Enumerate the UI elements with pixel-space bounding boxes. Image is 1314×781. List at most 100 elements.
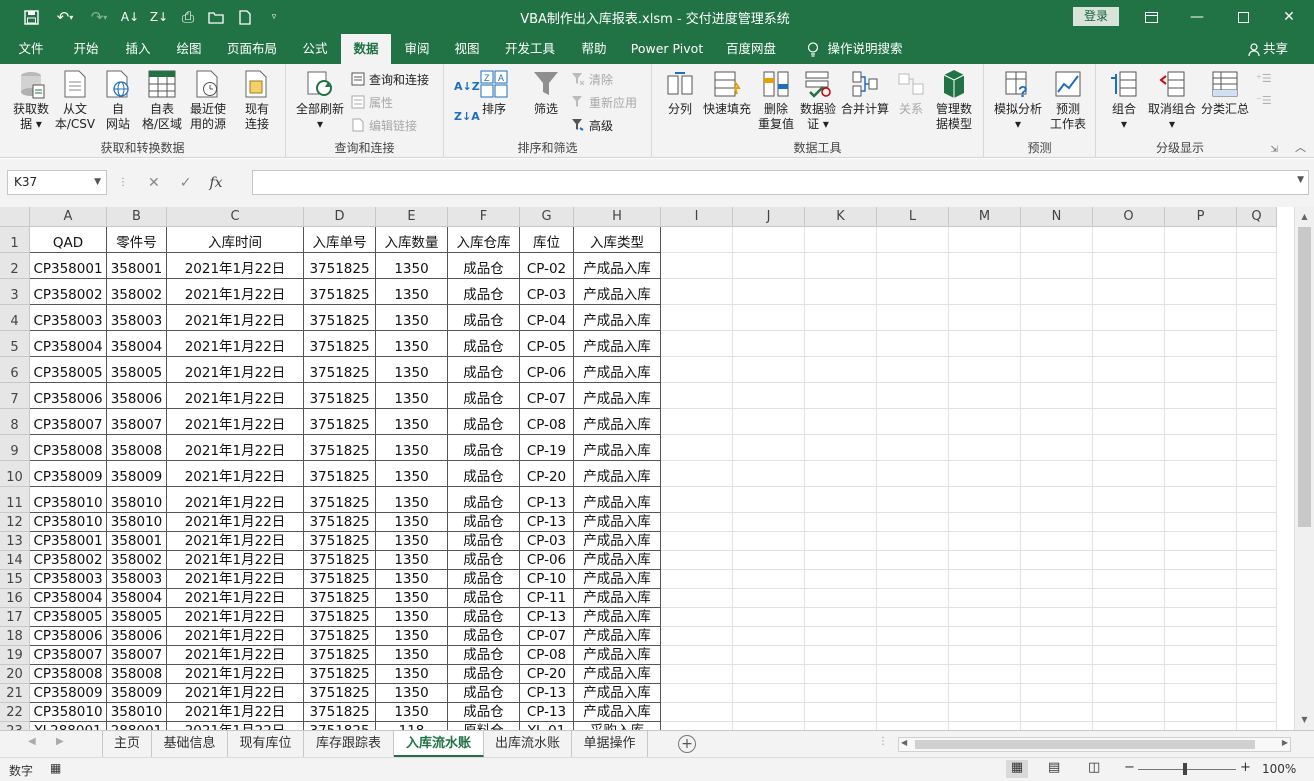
what-if-analysis-button[interactable]: ? 模拟分析 ▾ — [990, 68, 1046, 132]
cell-D22[interactable]: 3751825 — [304, 703, 376, 722]
cell-J1[interactable] — [733, 227, 805, 253]
cell-N14[interactable] — [1021, 551, 1093, 570]
save-icon[interactable] — [22, 7, 40, 27]
cell-P8[interactable] — [1165, 409, 1237, 435]
consolidate-button[interactable]: 合并计算 — [838, 68, 892, 117]
cell-N16[interactable] — [1021, 589, 1093, 608]
cell-I21[interactable] — [661, 684, 733, 703]
row-header[interactable]: 12 — [0, 513, 30, 532]
row-header[interactable]: 7 — [0, 383, 30, 409]
row-header[interactable]: 17 — [0, 608, 30, 627]
cell-L23[interactable] — [877, 722, 949, 730]
tab-home[interactable]: 开始 — [62, 34, 110, 64]
cell-L2[interactable] — [877, 253, 949, 279]
cell-I2[interactable] — [661, 253, 733, 279]
cell-I5[interactable] — [661, 331, 733, 357]
scroll-up-icon[interactable]: ▲ — [1295, 209, 1314, 225]
open-folder-icon[interactable] — [206, 7, 226, 27]
cell-G15[interactable]: CP-10 — [520, 570, 574, 589]
cell-J12[interactable] — [733, 513, 805, 532]
cell-D16[interactable]: 3751825 — [304, 589, 376, 608]
tab-developer[interactable]: 开发工具 — [496, 34, 564, 64]
cell-B10[interactable]: 358009 — [107, 461, 167, 487]
column-header-F[interactable]: F — [448, 207, 520, 227]
clear-filter-button[interactable]: 清除 — [570, 69, 613, 89]
cell-K21[interactable] — [805, 684, 877, 703]
cell-D21[interactable]: 3751825 — [304, 684, 376, 703]
cell-M17[interactable] — [949, 608, 1021, 627]
vertical-scroll-thumb[interactable] — [1298, 227, 1311, 527]
cell-K6[interactable] — [805, 357, 877, 383]
cell-O15[interactable] — [1093, 570, 1165, 589]
cell-D12[interactable]: 3751825 — [304, 513, 376, 532]
cell-D10[interactable]: 3751825 — [304, 461, 376, 487]
cell-M7[interactable] — [949, 383, 1021, 409]
cell-H18[interactable]: 产成品入库 — [574, 627, 661, 646]
cell-G19[interactable]: CP-08 — [520, 646, 574, 665]
cell-D15[interactable]: 3751825 — [304, 570, 376, 589]
row-header[interactable]: 21 — [0, 684, 30, 703]
cell-J11[interactable] — [733, 487, 805, 513]
cell-C16[interactable]: 2021年1月22日 — [167, 589, 304, 608]
cell-Q21[interactable] — [1237, 684, 1277, 703]
table-header-cell[interactable]: QAD — [30, 227, 107, 253]
advanced-filter-button[interactable]: 高级 — [570, 115, 613, 135]
properties-button[interactable]: 属性 — [350, 92, 393, 112]
cell-C20[interactable]: 2021年1月22日 — [167, 665, 304, 684]
cell-Q14[interactable] — [1237, 551, 1277, 570]
cancel-icon[interactable]: ✕ — [148, 175, 160, 191]
cell-N12[interactable] — [1021, 513, 1093, 532]
cell-C15[interactable]: 2021年1月22日 — [167, 570, 304, 589]
cell-H3[interactable]: 产成品入库 — [574, 279, 661, 305]
cell-P21[interactable] — [1165, 684, 1237, 703]
cell-O22[interactable] — [1093, 703, 1165, 722]
cell-L8[interactable] — [877, 409, 949, 435]
cell-N3[interactable] — [1021, 279, 1093, 305]
sheet-tab-document-ops[interactable]: 单据操作 — [572, 731, 648, 757]
cell-L14[interactable] — [877, 551, 949, 570]
cell-A18[interactable]: CP358006 — [30, 627, 107, 646]
from-web-button[interactable]: 自 网站 — [96, 68, 140, 132]
cell-F13[interactable]: 成品仓 — [448, 532, 520, 551]
column-header-H[interactable]: H — [574, 207, 661, 227]
cell-I16[interactable] — [661, 589, 733, 608]
column-header-M[interactable]: M — [949, 207, 1021, 227]
filter-button[interactable]: 筛选 — [526, 68, 566, 117]
cell-C4[interactable]: 2021年1月22日 — [167, 305, 304, 331]
cell-L22[interactable] — [877, 703, 949, 722]
cell-K11[interactable] — [805, 487, 877, 513]
row-header[interactable]: 1 — [0, 227, 30, 253]
row-header[interactable]: 11 — [0, 487, 30, 513]
cell-K8[interactable] — [805, 409, 877, 435]
cell-G11[interactable]: CP-13 — [520, 487, 574, 513]
cell-O16[interactable] — [1093, 589, 1165, 608]
cell-F18[interactable]: 成品仓 — [448, 627, 520, 646]
cell-N2[interactable] — [1021, 253, 1093, 279]
cell-J23[interactable] — [733, 722, 805, 730]
cell-I23[interactable] — [661, 722, 733, 730]
cell-Q9[interactable] — [1237, 435, 1277, 461]
tab-formulas[interactable]: 公式 — [292, 34, 338, 64]
cell-M22[interactable] — [949, 703, 1021, 722]
subtotal-button[interactable]: 分类汇总 — [1200, 68, 1250, 117]
cell-G3[interactable]: CP-03 — [520, 279, 574, 305]
cell-D6[interactable]: 3751825 — [304, 357, 376, 383]
remove-duplicates-button[interactable]: 删除 重复值 — [754, 68, 798, 132]
cell-F16[interactable]: 成品仓 — [448, 589, 520, 608]
zoom-level[interactable]: 100% — [1262, 762, 1296, 776]
cell-A10[interactable]: CP358009 — [30, 461, 107, 487]
page-break-view-icon[interactable]: ◫ — [1088, 760, 1100, 775]
cell-Q15[interactable] — [1237, 570, 1277, 589]
data-validation-button[interactable]: 数据验 证 ▾ — [798, 68, 838, 132]
cell-E5[interactable]: 1350 — [376, 331, 448, 357]
tab-review[interactable]: 审阅 — [394, 34, 440, 64]
cell-I1[interactable] — [661, 227, 733, 253]
table-header-cell[interactable]: 零件号 — [107, 227, 167, 253]
cell-D14[interactable]: 3751825 — [304, 551, 376, 570]
cell-P10[interactable] — [1165, 461, 1237, 487]
cell-B23[interactable]: 288001 — [107, 722, 167, 730]
cell-P7[interactable] — [1165, 383, 1237, 409]
cell-C2[interactable]: 2021年1月22日 — [167, 253, 304, 279]
tab-file[interactable]: 文件 — [8, 34, 54, 64]
horizontal-scrollbar[interactable]: ◀ ▶ — [898, 737, 1291, 752]
